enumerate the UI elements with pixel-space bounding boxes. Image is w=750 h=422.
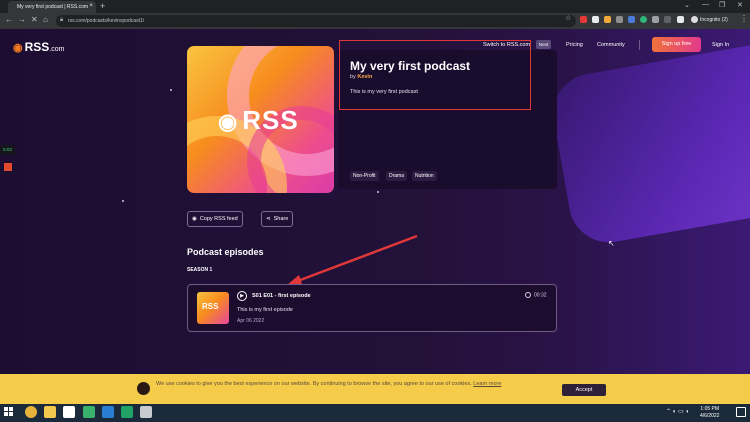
cookie-banner bbox=[0, 374, 750, 404]
address-bar[interactable]: 🔒︎ rss.com/podcasts/kevinspodcast1/ bbox=[56, 15, 576, 27]
episodes-heading: Podcast episodes bbox=[187, 247, 264, 257]
url-text: rss.com/podcasts/kevinspodcast1/ bbox=[68, 18, 145, 24]
rss-feed-icon: ◉ bbox=[218, 109, 239, 134]
season-label: SEASON 1 bbox=[187, 267, 213, 273]
annotation-arrow bbox=[287, 234, 418, 285]
forward-icon[interactable]: → bbox=[18, 15, 26, 25]
cookie-message: We use cookies to give you the best expe… bbox=[156, 381, 502, 387]
tab-title: My very first podcast | RSS.com bbox=[17, 4, 89, 10]
episode-duration: 00:32 bbox=[525, 292, 547, 298]
extension-icon[interactable] bbox=[664, 16, 671, 23]
app-taskbar-icon[interactable] bbox=[140, 406, 152, 418]
author-link[interactable]: Kevin bbox=[357, 74, 372, 80]
play-icon[interactable]: ▶ bbox=[237, 291, 247, 301]
bookmark-star-icon[interactable]: ☆ bbox=[565, 14, 572, 22]
extension-icon[interactable] bbox=[604, 16, 611, 23]
episode-description: This is my first episode bbox=[237, 307, 293, 313]
recorder-stop-button[interactable] bbox=[4, 163, 12, 171]
star-decoration bbox=[122, 200, 124, 202]
star-decoration bbox=[170, 89, 172, 91]
start-icon[interactable] bbox=[4, 407, 14, 417]
recorder-timer: 5:03 bbox=[0, 145, 15, 155]
episode-title[interactable]: S01 E01 - first episode bbox=[252, 293, 311, 299]
episode-date: Apr 06 2022 bbox=[237, 318, 265, 324]
extension-icon[interactable] bbox=[640, 16, 647, 23]
signin-link[interactable]: Sign In bbox=[712, 42, 729, 48]
extension-icon[interactable] bbox=[592, 16, 599, 23]
stop-loading-icon[interactable]: ✕ bbox=[31, 15, 38, 25]
episode-thumbnail: RSS bbox=[197, 292, 229, 324]
tab-search-icon[interactable]: ⌄ bbox=[684, 1, 690, 9]
browser-tab[interactable]: My very first podcast | RSS.com × bbox=[8, 1, 96, 13]
app-taskbar-icon[interactable] bbox=[83, 406, 95, 418]
maximize-button[interactable]: ❐ bbox=[719, 1, 725, 9]
system-tray-icons[interactable]: ⌃ ◐ ▭ ◖ bbox=[666, 408, 689, 415]
signup-button[interactable]: Sign up free bbox=[652, 37, 701, 52]
community-link[interactable]: Community bbox=[597, 42, 625, 48]
tag-chip[interactable]: Non-Profit bbox=[350, 171, 379, 181]
share-button[interactable]: ⋖ Share bbox=[261, 211, 294, 227]
file-explorer-icon[interactable] bbox=[44, 406, 56, 418]
excel-icon[interactable] bbox=[121, 406, 133, 418]
learn-more-link[interactable]: Learn more bbox=[473, 381, 501, 387]
browser-menu-icon[interactable]: ⋮ bbox=[740, 14, 748, 23]
tag-chip[interactable]: Nutrition bbox=[412, 171, 437, 181]
pricing-link[interactable]: Pricing bbox=[566, 42, 583, 48]
incognito-profile[interactable]: Incognito (2) bbox=[691, 16, 728, 23]
accept-cookies-button[interactable]: Accept bbox=[562, 384, 606, 396]
extension-icon[interactable] bbox=[628, 16, 635, 23]
mouse-cursor-icon: ↖ bbox=[608, 239, 615, 248]
back-icon[interactable]: ← bbox=[5, 15, 13, 25]
cover-logo: ◉ RSS bbox=[218, 105, 299, 135]
incognito-icon bbox=[691, 16, 698, 23]
cookie-icon bbox=[137, 382, 150, 395]
tag-chip[interactable]: Drama bbox=[386, 171, 408, 181]
chrome-taskbar-icon[interactable] bbox=[25, 406, 37, 418]
minimize-button[interactable]: — bbox=[702, 1, 709, 8]
word-icon[interactable] bbox=[102, 406, 114, 418]
podcast-cover-image: ◉ RSS bbox=[187, 46, 334, 193]
background-glow bbox=[547, 39, 750, 249]
lock-icon: 🔒︎ bbox=[60, 17, 64, 23]
extension-icon[interactable] bbox=[616, 16, 623, 23]
star-decoration bbox=[377, 191, 379, 193]
close-window-button[interactable]: ✕ bbox=[737, 1, 743, 9]
nav-divider bbox=[639, 40, 640, 50]
home-icon[interactable]: ⌂ bbox=[43, 15, 48, 25]
close-tab-icon[interactable]: × bbox=[89, 3, 93, 9]
extension-icon[interactable] bbox=[580, 16, 587, 23]
rss-logo[interactable]: ◉ RSS.com bbox=[13, 40, 64, 54]
podcast-title: My very first podcast bbox=[350, 59, 471, 73]
rss-icon: ◉ bbox=[192, 216, 197, 222]
app-taskbar-icon[interactable] bbox=[63, 406, 75, 418]
clock-icon bbox=[525, 292, 531, 298]
extensions-puzzle-icon[interactable] bbox=[652, 16, 659, 23]
podcast-author: by Kevin bbox=[350, 74, 373, 80]
rss-icon: ◉ bbox=[13, 42, 23, 54]
browser-tab-strip bbox=[0, 0, 750, 13]
new-tab-button[interactable]: + bbox=[100, 1, 105, 11]
share-icon: ⋖ bbox=[266, 216, 271, 222]
podcast-description: This is my very first podcast bbox=[350, 89, 418, 95]
taskbar-clock[interactable]: 1:05 PM 4/6/2022 bbox=[700, 406, 719, 420]
copy-rss-feed-button[interactable]: ◉ Copy RSS feed bbox=[187, 211, 243, 227]
extension-icon[interactable] bbox=[677, 16, 684, 23]
next-badge: Next bbox=[536, 40, 552, 49]
notification-icon[interactable] bbox=[736, 407, 746, 417]
